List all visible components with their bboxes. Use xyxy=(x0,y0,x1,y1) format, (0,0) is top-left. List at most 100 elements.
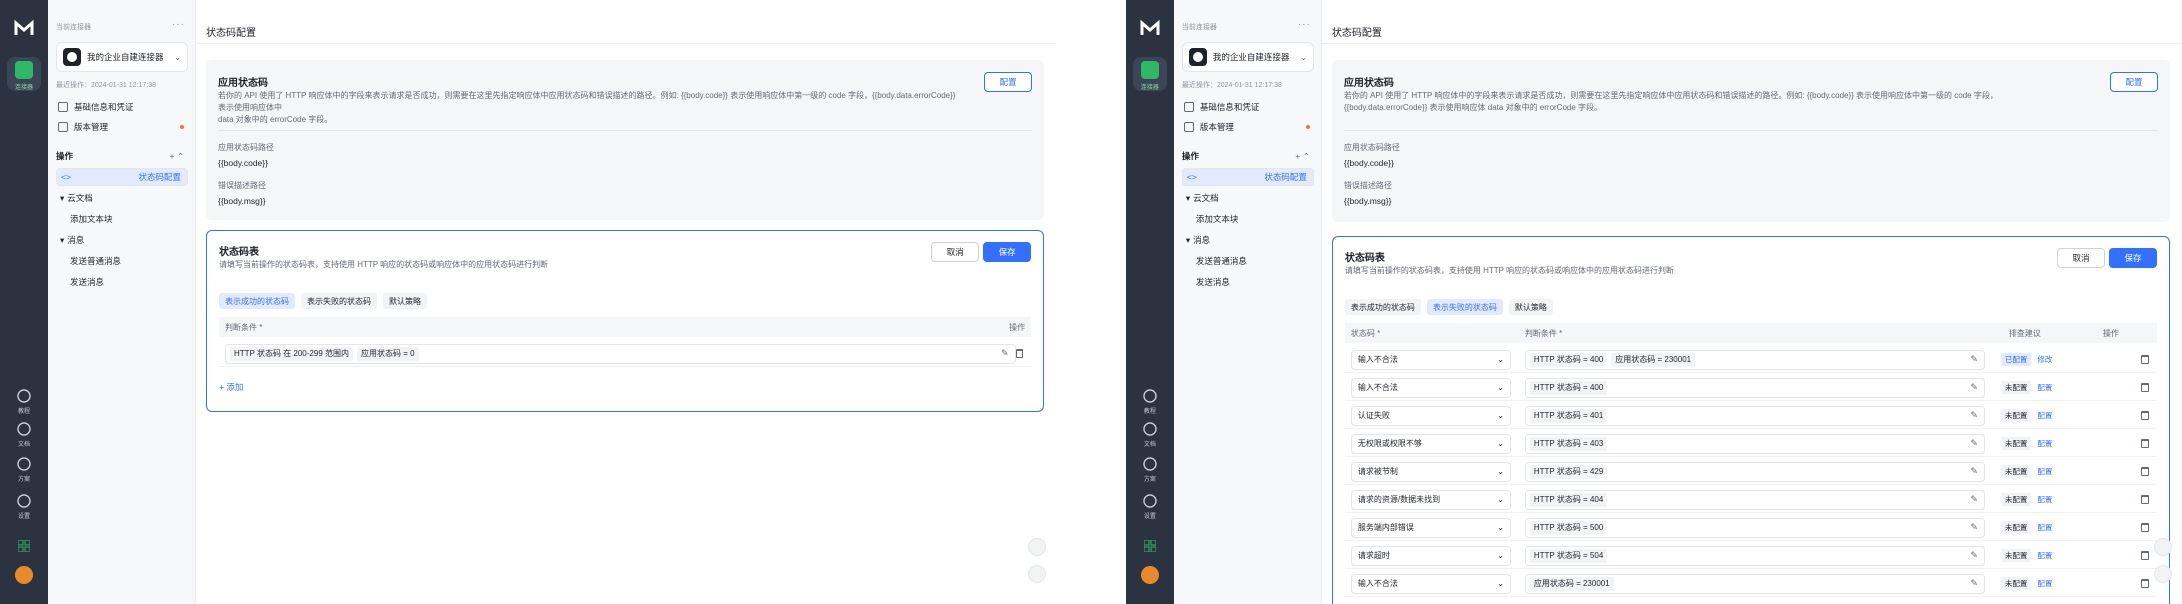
status-select[interactable]: 输入不合法 ⌄ xyxy=(1350,377,1511,398)
edit-icon[interactable]: ✎ xyxy=(1970,354,1978,365)
sidebar-op-5[interactable]: 发送消息 xyxy=(56,273,188,291)
edit-icon[interactable]: ✎ xyxy=(1970,382,1978,393)
condition-field[interactable]: HTTP 状态码 = 400 应用状态码 = 230001 ✎ xyxy=(1524,349,1985,370)
tab-0[interactable]: 表示成功的状态码 xyxy=(219,293,295,309)
sidebar-op-2[interactable]: 添加文本块 xyxy=(1182,210,1314,228)
condition-field[interactable]: HTTP 状态码 = 400 ✎ xyxy=(1524,377,1985,398)
trash-icon[interactable] xyxy=(2141,411,2150,420)
tip-action-link[interactable]: 配置 xyxy=(2037,550,2052,561)
nav-cube[interactable]: 方案 xyxy=(1126,456,1174,483)
translate-icon[interactable] xyxy=(1028,538,1047,556)
save-button[interactable]: 保存 xyxy=(2109,248,2158,268)
trash-icon[interactable] xyxy=(2141,439,2150,448)
sidebar-item-versions[interactable]: 版本管理 xyxy=(56,118,188,136)
apps-grid-icon[interactable] xyxy=(0,539,48,554)
config-button[interactable]: 配置 xyxy=(984,72,1033,92)
nav-graduation-cap[interactable]: 教程 xyxy=(0,388,48,415)
tip-action-link[interactable]: 配置 xyxy=(2037,522,2052,533)
edit-icon[interactable]: ✎ xyxy=(1970,550,1978,561)
nav-connector[interactable]: 连接器 xyxy=(1132,57,1167,91)
edit-icon[interactable]: ✎ xyxy=(1001,348,1009,359)
save-button[interactable]: 保存 xyxy=(983,242,1032,262)
condition-field[interactable]: HTTP 状态码 = 504 ✎ xyxy=(1524,545,1985,566)
condition-field[interactable]: HTTP 状态码 = 404 ✎ xyxy=(1524,489,1985,510)
avatar[interactable] xyxy=(15,566,33,584)
status-select[interactable]: 请求超时 ⌄ xyxy=(1350,545,1511,566)
edit-icon[interactable]: ✎ xyxy=(1970,410,1978,421)
trash-icon[interactable] xyxy=(2141,523,2150,532)
condition-field[interactable]: HTTP 状态码 = 401 ✎ xyxy=(1524,405,1985,426)
edit-icon[interactable]: ✎ xyxy=(1970,438,1978,449)
tip-action-link[interactable]: 配置 xyxy=(2037,438,2052,449)
condition-field[interactable]: 应用状态码 = 230001 ✎ xyxy=(1524,573,1985,594)
status-select[interactable]: 输入不合法 ⌄ xyxy=(1350,573,1511,594)
status-select[interactable]: 输入不合法 ⌄ xyxy=(1350,349,1511,370)
tip-action-link[interactable]: 配置 xyxy=(2037,578,2052,589)
condition-field[interactable]: HTTP 状态码 = 429 ✎ xyxy=(1524,461,1985,482)
tip-action-link[interactable]: 配置 xyxy=(2037,410,2052,421)
sidebar-op-5[interactable]: 发送消息 xyxy=(1182,273,1314,291)
tab-2[interactable]: 默认策略 xyxy=(1508,299,1553,315)
trash-icon[interactable] xyxy=(2141,551,2150,560)
sidebar-item-versions[interactable]: 版本管理 xyxy=(1182,118,1314,136)
avatar[interactable] xyxy=(1140,566,1159,584)
tip-action-link[interactable]: 配置 xyxy=(2037,494,2052,505)
edit-icon[interactable]: ✎ xyxy=(1970,466,1978,477)
sidebar-op-0[interactable]: <> 状态码配置 xyxy=(1181,168,1314,186)
nav-cube[interactable]: 方案 xyxy=(0,456,48,483)
trash-icon[interactable] xyxy=(2141,355,2150,364)
nav-graduation-cap[interactable]: 教程 xyxy=(1126,388,1174,415)
edit-icon[interactable]: ✎ xyxy=(1970,578,1978,589)
nav-connector[interactable]: 连接器 xyxy=(7,57,41,91)
status-select[interactable]: 服务端内部错误 ⌄ xyxy=(1350,517,1511,538)
assistant-icon[interactable] xyxy=(1028,565,1047,583)
sidebar-op-2[interactable]: 添加文本块 xyxy=(56,210,188,228)
connector-select[interactable]: 我的企业自建连接器 ⌄ xyxy=(1181,42,1314,72)
status-select[interactable]: 认证失败 ⌄ xyxy=(1350,405,1511,426)
nav-gear[interactable]: 设置 xyxy=(0,493,48,520)
add-collapse-icons[interactable]: + ⌃ xyxy=(1295,151,1309,162)
trash-icon[interactable] xyxy=(2141,467,2150,476)
nav-help-circle[interactable]: 文档 xyxy=(1126,421,1174,448)
translate-icon[interactable] xyxy=(2154,538,2173,556)
condition-field[interactable]: HTTP 状态码 在 200-299 范围内 应用状态码 = 0 ✎ xyxy=(225,343,1016,364)
add-button[interactable]: + 添加 xyxy=(219,381,243,393)
nav-help-circle[interactable]: 文档 xyxy=(0,421,48,448)
trash-icon[interactable] xyxy=(1015,349,1024,358)
trash-icon[interactable] xyxy=(2141,495,2150,504)
sidebar-item-basic-info[interactable]: 基础信息和凭证 xyxy=(56,98,188,116)
tab-2[interactable]: 默认策略 xyxy=(383,293,427,309)
connector-select[interactable]: 我的企业自建连接器 ⌄ xyxy=(56,42,188,72)
edit-icon[interactable]: ✎ xyxy=(1970,494,1978,505)
tab-1[interactable]: 表示失败的状态码 xyxy=(301,293,377,309)
tab-0[interactable]: 表示成功的状态码 xyxy=(1344,299,1421,315)
apps-grid-icon[interactable] xyxy=(1126,539,1174,554)
nav-gear[interactable]: 设置 xyxy=(1126,493,1174,520)
sidebar-item-basic-info[interactable]: 基础信息和凭证 xyxy=(1182,98,1314,116)
more-icon[interactable]: ··· xyxy=(172,19,185,30)
logo-icon[interactable] xyxy=(1139,18,1161,40)
tip-action-link[interactable]: 配置 xyxy=(2037,466,2052,477)
condition-field[interactable]: HTTP 状态码 = 403 ✎ xyxy=(1524,433,1985,454)
sidebar-op-4[interactable]: 发送普通消息 xyxy=(1182,252,1314,270)
sidebar-op-3[interactable]: ▾ 消息 xyxy=(56,231,188,249)
tip-action-link[interactable]: 修改 xyxy=(2037,354,2052,365)
sidebar-op-0[interactable]: <> 状态码配置 xyxy=(56,168,188,186)
add-collapse-icons[interactable]: + ⌃ xyxy=(170,151,184,162)
condition-field[interactable]: HTTP 状态码 = 500 ✎ xyxy=(1524,517,1985,538)
sidebar-op-1[interactable]: ▾ 云文档 xyxy=(56,189,188,207)
config-button[interactable]: 配置 xyxy=(2110,72,2159,92)
sidebar-op-1[interactable]: ▾ 云文档 xyxy=(1182,189,1314,207)
sidebar-op-3[interactable]: ▾ 消息 xyxy=(1182,231,1314,249)
status-select[interactable]: 请求的资源/数据未找到 ⌄ xyxy=(1350,489,1511,510)
sidebar-op-4[interactable]: 发送普通消息 xyxy=(56,252,188,270)
cancel-button[interactable]: 取消 xyxy=(2057,248,2106,268)
cancel-button[interactable]: 取消 xyxy=(931,242,980,262)
more-icon[interactable]: ··· xyxy=(1298,19,1311,30)
edit-icon[interactable]: ✎ xyxy=(1970,522,1978,533)
tab-1[interactable]: 表示失败的状态码 xyxy=(1426,299,1503,315)
trash-icon[interactable] xyxy=(2141,383,2150,392)
assistant-icon[interactable] xyxy=(2154,565,2173,583)
status-select[interactable]: 无权限或权限不够 ⌄ xyxy=(1350,433,1511,454)
tip-action-link[interactable]: 配置 xyxy=(2037,382,2052,393)
